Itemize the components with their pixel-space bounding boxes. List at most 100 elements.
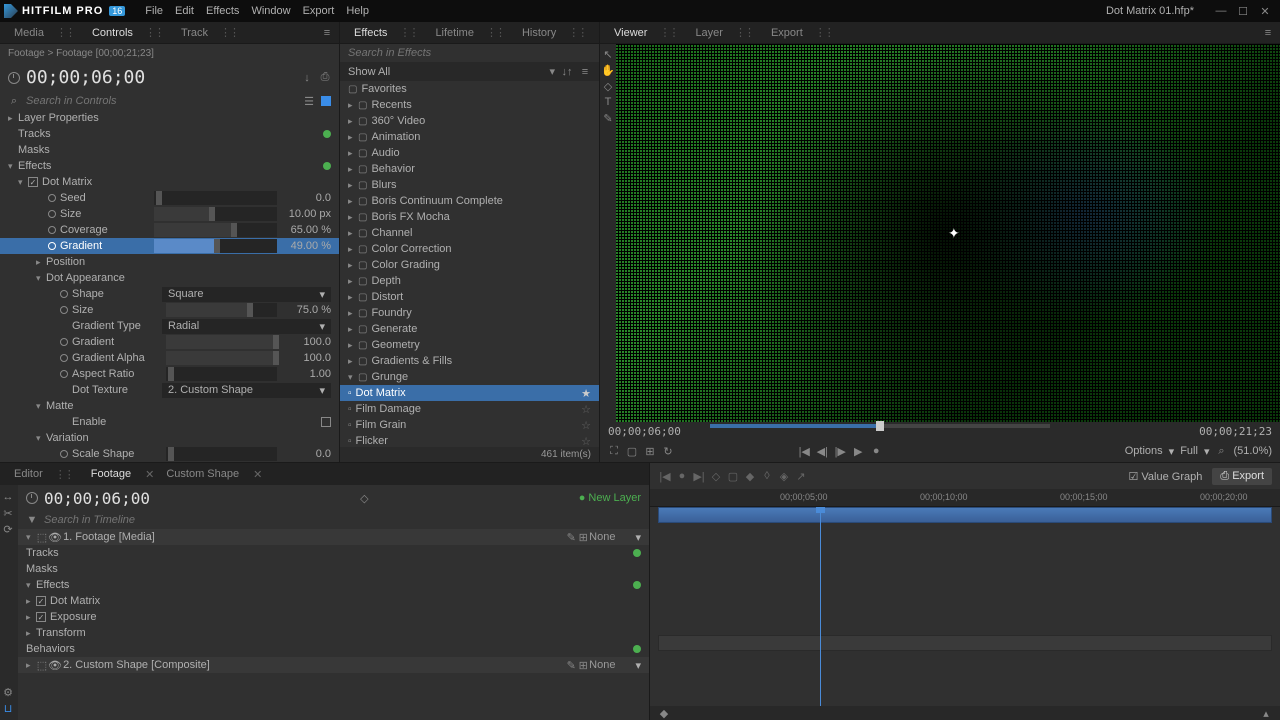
- mask-tool-icon[interactable]: ◇: [602, 80, 614, 92]
- favorite-star-icon[interactable]: ☆: [581, 403, 591, 416]
- grid-icon[interactable]: ⊞: [577, 531, 589, 543]
- layer-effects[interactable]: Effects: [36, 579, 69, 591]
- tab-media[interactable]: Media: [6, 25, 52, 41]
- category-boris-mocha[interactable]: Boris FX Mocha: [371, 211, 449, 223]
- category-360[interactable]: 360° Video: [371, 115, 425, 127]
- fx-exposure[interactable]: Exposure: [50, 611, 96, 623]
- category-foundry[interactable]: Foundry: [371, 307, 411, 319]
- add-icon[interactable]: [633, 581, 641, 589]
- menu-edit[interactable]: Edit: [175, 5, 194, 17]
- add-effect-icon[interactable]: [323, 162, 331, 170]
- enable-checkbox[interactable]: [321, 417, 331, 427]
- keyframe-toggle[interactable]: [48, 194, 56, 202]
- close-icon[interactable]: ✕: [145, 468, 154, 481]
- grad-type-dropdown[interactable]: Radial▾: [162, 319, 331, 334]
- kf-linear-icon[interactable]: ▢: [726, 469, 740, 483]
- category-geometry[interactable]: Geometry: [371, 339, 419, 351]
- favorite-star-icon[interactable]: ☆: [581, 419, 591, 432]
- prev-frame-icon[interactable]: ◀|: [816, 445, 828, 457]
- viewer-canvas[interactable]: ✦: [616, 44, 1280, 422]
- track-clip[interactable]: [658, 507, 1272, 523]
- da-size-slider[interactable]: [166, 303, 277, 317]
- aspect-slider[interactable]: [166, 367, 277, 381]
- tab-editor[interactable]: Editor: [6, 466, 51, 482]
- snap-icon[interactable]: ⊔: [2, 702, 14, 714]
- menu-effects[interactable]: Effects: [206, 5, 239, 17]
- monitor-icon[interactable]: ⊞: [644, 445, 656, 457]
- keyframe-toggle[interactable]: [48, 226, 56, 234]
- goto-end-icon[interactable]: ●: [870, 445, 882, 457]
- kf-prev-icon[interactable]: |◀: [658, 469, 672, 483]
- settings-icon[interactable]: ⚙: [2, 686, 14, 698]
- keyframe-prev-icon[interactable]: ↓: [301, 72, 313, 84]
- search-controls-input[interactable]: [26, 95, 297, 107]
- section-masks[interactable]: Masks: [18, 144, 50, 156]
- size-slider[interactable]: [154, 207, 277, 221]
- select-tool-icon[interactable]: ↖: [602, 48, 614, 60]
- layer-2[interactable]: 2. Custom Shape [Composite]: [63, 659, 565, 671]
- effect-film-damage[interactable]: Film Damage: [356, 403, 421, 415]
- grad-alpha-slider[interactable]: [166, 351, 277, 365]
- zoom-icon[interactable]: ⌕: [1215, 445, 1227, 457]
- layer-1[interactable]: 1. Footage [Media]: [63, 531, 565, 543]
- panel-menu-icon[interactable]: ≡: [1262, 27, 1274, 39]
- effect-flicker[interactable]: Flicker: [356, 435, 388, 447]
- visibility-icon[interactable]: 👁: [48, 531, 60, 544]
- lock-icon[interactable]: ⬚: [36, 531, 48, 543]
- edit-icon[interactable]: ✎: [565, 531, 577, 543]
- tab-track[interactable]: Track: [173, 25, 216, 41]
- panel-menu-icon[interactable]: ≡: [321, 27, 333, 39]
- prop-variation[interactable]: Variation: [46, 432, 89, 444]
- gradient-slider[interactable]: [154, 239, 277, 253]
- tab-effects[interactable]: Effects: [346, 25, 395, 41]
- new-layer-button[interactable]: ●New Layer: [579, 492, 641, 504]
- effect-film-grain[interactable]: Film Grain: [356, 419, 407, 431]
- kf-now-icon[interactable]: ●: [675, 469, 689, 483]
- favorite-star-icon[interactable]: ★: [581, 387, 591, 400]
- timeline-timecode[interactable]: 00;00;06;00: [44, 489, 150, 508]
- seed-slider[interactable]: [154, 191, 277, 205]
- search-timeline-input[interactable]: [44, 514, 641, 526]
- zoom-end-icon[interactable]: ▴: [1260, 707, 1272, 719]
- effect-enable-checkbox[interactable]: ✓: [28, 177, 38, 187]
- grid-icon[interactable]: ⊞: [577, 659, 589, 671]
- maximize-button[interactable]: ☐: [1232, 1, 1254, 21]
- filter-icon[interactable]: ▼: [26, 514, 38, 526]
- layer-tracks[interactable]: Tracks: [26, 547, 59, 559]
- close-icon[interactable]: ✕: [253, 468, 262, 481]
- move-tool-icon[interactable]: ↔: [2, 491, 14, 503]
- value-graph-toggle[interactable]: ☑ Value Graph: [1128, 470, 1202, 483]
- rate-tool-icon[interactable]: ⟳: [2, 523, 14, 535]
- section-tracks[interactable]: Tracks: [18, 128, 51, 140]
- category-channel[interactable]: Channel: [371, 227, 412, 239]
- add-icon[interactable]: [633, 549, 641, 557]
- category-gradients[interactable]: Gradients & Fills: [371, 355, 452, 367]
- menu-file[interactable]: File: [145, 5, 163, 17]
- prop-dot-appearance[interactable]: Dot Appearance: [46, 272, 125, 284]
- blend-mode-dropdown[interactable]: None: [589, 659, 615, 671]
- controls-timecode[interactable]: 00;00;06;00: [26, 67, 145, 88]
- prop-matte[interactable]: Matte: [46, 400, 74, 412]
- keyframe-toggle[interactable]: [48, 242, 56, 250]
- category-generate[interactable]: Generate: [371, 323, 417, 335]
- search-effects-input[interactable]: [348, 47, 591, 59]
- options-dropdown[interactable]: Options: [1125, 445, 1163, 457]
- keyframe-toggle[interactable]: [60, 370, 68, 378]
- add-track-icon[interactable]: [323, 130, 331, 138]
- section-effects[interactable]: Effects: [18, 160, 51, 172]
- show-all-dropdown[interactable]: Show All: [348, 66, 390, 78]
- category-recents[interactable]: Recents: [371, 99, 411, 111]
- quality-dropdown[interactable]: Full: [1180, 445, 1198, 457]
- tab-layer[interactable]: Layer: [687, 25, 731, 41]
- tab-controls[interactable]: Controls: [84, 25, 141, 41]
- dot-tex-dropdown[interactable]: 2. Custom Shape▾: [162, 383, 331, 398]
- lock-icon[interactable]: ⬚: [36, 659, 48, 671]
- slice-tool-icon[interactable]: ✂: [2, 507, 14, 519]
- next-frame-icon[interactable]: ▶: [852, 445, 864, 457]
- tab-custom-shape[interactable]: Custom Shape: [158, 466, 247, 482]
- fx-enable-checkbox[interactable]: ✓: [36, 596, 46, 606]
- timeline-tracks[interactable]: [650, 507, 1280, 706]
- track-clip[interactable]: [658, 635, 1272, 651]
- tab-history[interactable]: History: [514, 25, 564, 41]
- keyframe-toggle[interactable]: [48, 210, 56, 218]
